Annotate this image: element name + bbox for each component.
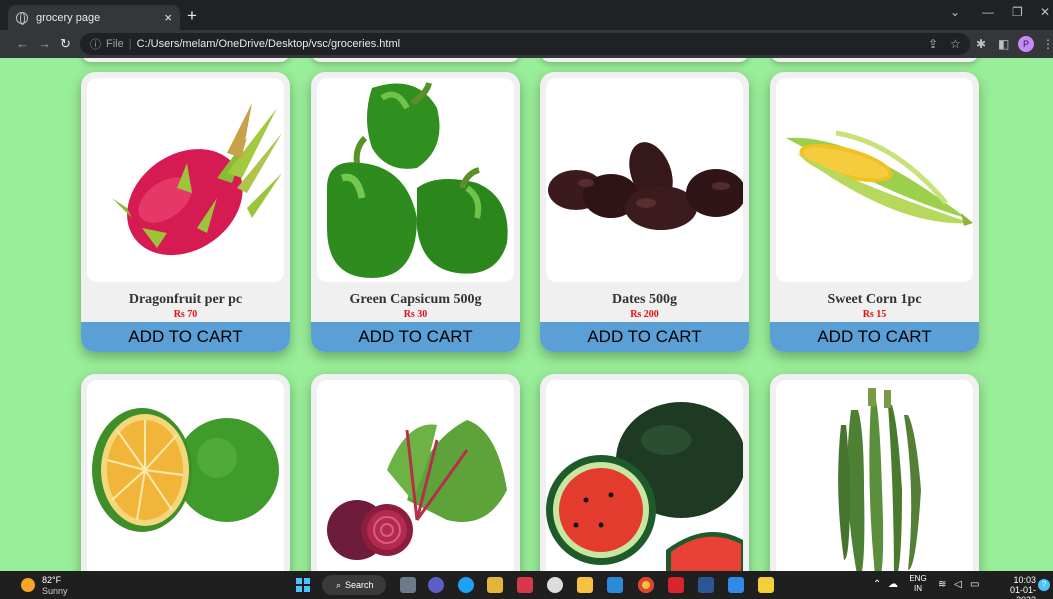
card-edge — [540, 58, 749, 62]
dragonfruit-image — [87, 78, 284, 282]
tab-strip: grocery page × + ⌄ — ❐ ✕ — [0, 0, 1053, 30]
acrobat-icon[interactable] — [668, 577, 684, 593]
search-icon: ⌕ — [336, 579, 342, 590]
restore-icon[interactable]: ❐ — [1012, 5, 1023, 19]
product-card — [770, 374, 979, 571]
notification-icon[interactable]: ? — [1038, 579, 1050, 591]
edge-icon[interactable] — [458, 577, 474, 593]
product-card — [311, 374, 520, 571]
card-edge — [81, 58, 290, 62]
sun-icon[interactable] — [21, 578, 35, 592]
store-icon[interactable] — [487, 577, 503, 593]
url-text: C:/Users/melam/OneDrive/Desktop/vsc/groc… — [136, 38, 401, 50]
okra-image — [776, 380, 973, 571]
star-icon[interactable]: ☆ — [950, 37, 961, 51]
mcafee-icon[interactable] — [517, 577, 533, 593]
share-icon[interactable]: ⇪ — [928, 37, 938, 51]
minimize-icon[interactable]: — — [982, 5, 994, 19]
lang-top: ENG — [909, 574, 927, 583]
menu-icon[interactable]: ⋮ — [1042, 37, 1053, 51]
file-explorer-icon[interactable] — [577, 577, 593, 593]
reload-icon[interactable]: ↻ — [60, 36, 71, 52]
add-to-cart-button[interactable]: ADD TO CART — [81, 322, 290, 352]
beetroot-image — [317, 380, 514, 571]
dates-image — [546, 78, 743, 282]
add-to-cart-button[interactable]: ADD TO CART — [540, 322, 749, 352]
volume-icon[interactable]: ◁ — [954, 579, 962, 590]
watermelon-image — [546, 380, 743, 571]
cloud-icon[interactable]: ☁ — [888, 579, 898, 590]
add-to-cart-button[interactable]: ADD TO CART — [311, 322, 520, 352]
weather-temp: 82°F — [42, 575, 62, 585]
extensions-icon[interactable]: ✱ — [976, 37, 986, 51]
info-icon[interactable]: ⓘ — [90, 36, 101, 52]
product-price: Rs 15 — [862, 309, 887, 320]
address-bar-row: ← → ↻ ⓘ File | C:/Users/melam/OneDrive/D… — [0, 30, 1053, 58]
product-card — [540, 374, 749, 571]
product-price: Rs 70 — [173, 309, 198, 320]
card-edge — [770, 58, 979, 62]
forward-icon[interactable]: → — [38, 36, 51, 51]
back-icon[interactable]: ← — [16, 36, 29, 51]
product-name: Dragonfruit per pc — [128, 292, 243, 307]
side-panel-icon[interactable]: ◧ — [998, 37, 1009, 51]
product-card: Dates 500g Rs 200 ADD TO CART — [540, 72, 749, 352]
clock-time: 10:03 — [1013, 575, 1036, 585]
product-name: Sweet Corn 1pc — [827, 292, 922, 307]
chevron-up-icon[interactable]: ⌃ — [873, 579, 881, 590]
clock[interactable]: 10:03 01-01-2023 — [992, 575, 1036, 599]
tab-close-button[interactable]: × — [164, 10, 172, 25]
product-price: Rs 30 — [403, 309, 428, 320]
clock-date: 01-01-2023 — [1009, 585, 1036, 599]
teams-icon[interactable] — [428, 577, 444, 593]
browser-tab[interactable]: grocery page × — [8, 5, 180, 30]
product-card: Sweet Corn 1pc Rs 15 ADD TO CART — [770, 72, 979, 352]
wifi-icon[interactable]: ≋ — [938, 579, 946, 590]
globe-icon — [16, 11, 28, 25]
product-card: Green Capsicum 500g Rs 30 ADD TO CART — [311, 72, 520, 352]
search-label: Search — [345, 580, 374, 590]
taskbar-search[interactable]: ⌕ Search — [322, 575, 386, 595]
url-separator: | — [128, 38, 132, 50]
corn-image — [776, 78, 973, 282]
word-icon[interactable] — [698, 577, 714, 593]
grocery-page: Dragonfruit per pc Rs 70 ADD TO CART Gre… — [0, 58, 1053, 571]
chrome-icon[interactable] — [638, 577, 654, 593]
notepad-icon[interactable] — [728, 577, 744, 593]
product-name: Green Capsicum 500g — [349, 292, 482, 307]
address-bar[interactable]: ⓘ File | C:/Users/melam/OneDrive/Desktop… — [80, 33, 970, 55]
task-view-icon[interactable] — [400, 577, 416, 593]
product-name: Dates 500g — [612, 292, 677, 307]
close-window-icon[interactable]: ✕ — [1040, 5, 1050, 19]
lang-bottom: IN — [914, 584, 922, 593]
chevron-down-icon[interactable]: ⌄ — [950, 5, 960, 19]
windows-start-icon[interactable] — [296, 578, 310, 592]
battery-icon[interactable]: ▭ — [970, 579, 979, 590]
product-price: Rs 200 — [630, 309, 659, 320]
url-scheme: File — [106, 38, 124, 50]
card-edge — [311, 58, 520, 62]
taskbar: 82°F Sunny ⌕ Search ⌃ ☁ ENG IN ≋ ◁ ▭ 10:… — [0, 571, 1053, 599]
vscode-icon[interactable] — [607, 577, 623, 593]
language-indicator[interactable]: ENG IN — [908, 574, 928, 594]
sticky-notes-icon[interactable] — [758, 577, 774, 593]
product-card — [81, 374, 290, 571]
tab-title: grocery page — [36, 11, 101, 24]
product-card: Dragonfruit per pc Rs 70 ADD TO CART — [81, 72, 290, 352]
weather-desc: Sunny — [42, 586, 68, 596]
dell-icon[interactable] — [547, 577, 563, 593]
lime-image — [87, 380, 284, 571]
new-tab-button[interactable]: + — [187, 6, 197, 26]
profile-avatar[interactable]: P — [1018, 36, 1034, 52]
add-to-cart-button[interactable]: ADD TO CART — [770, 322, 979, 352]
capsicum-image — [317, 78, 514, 282]
